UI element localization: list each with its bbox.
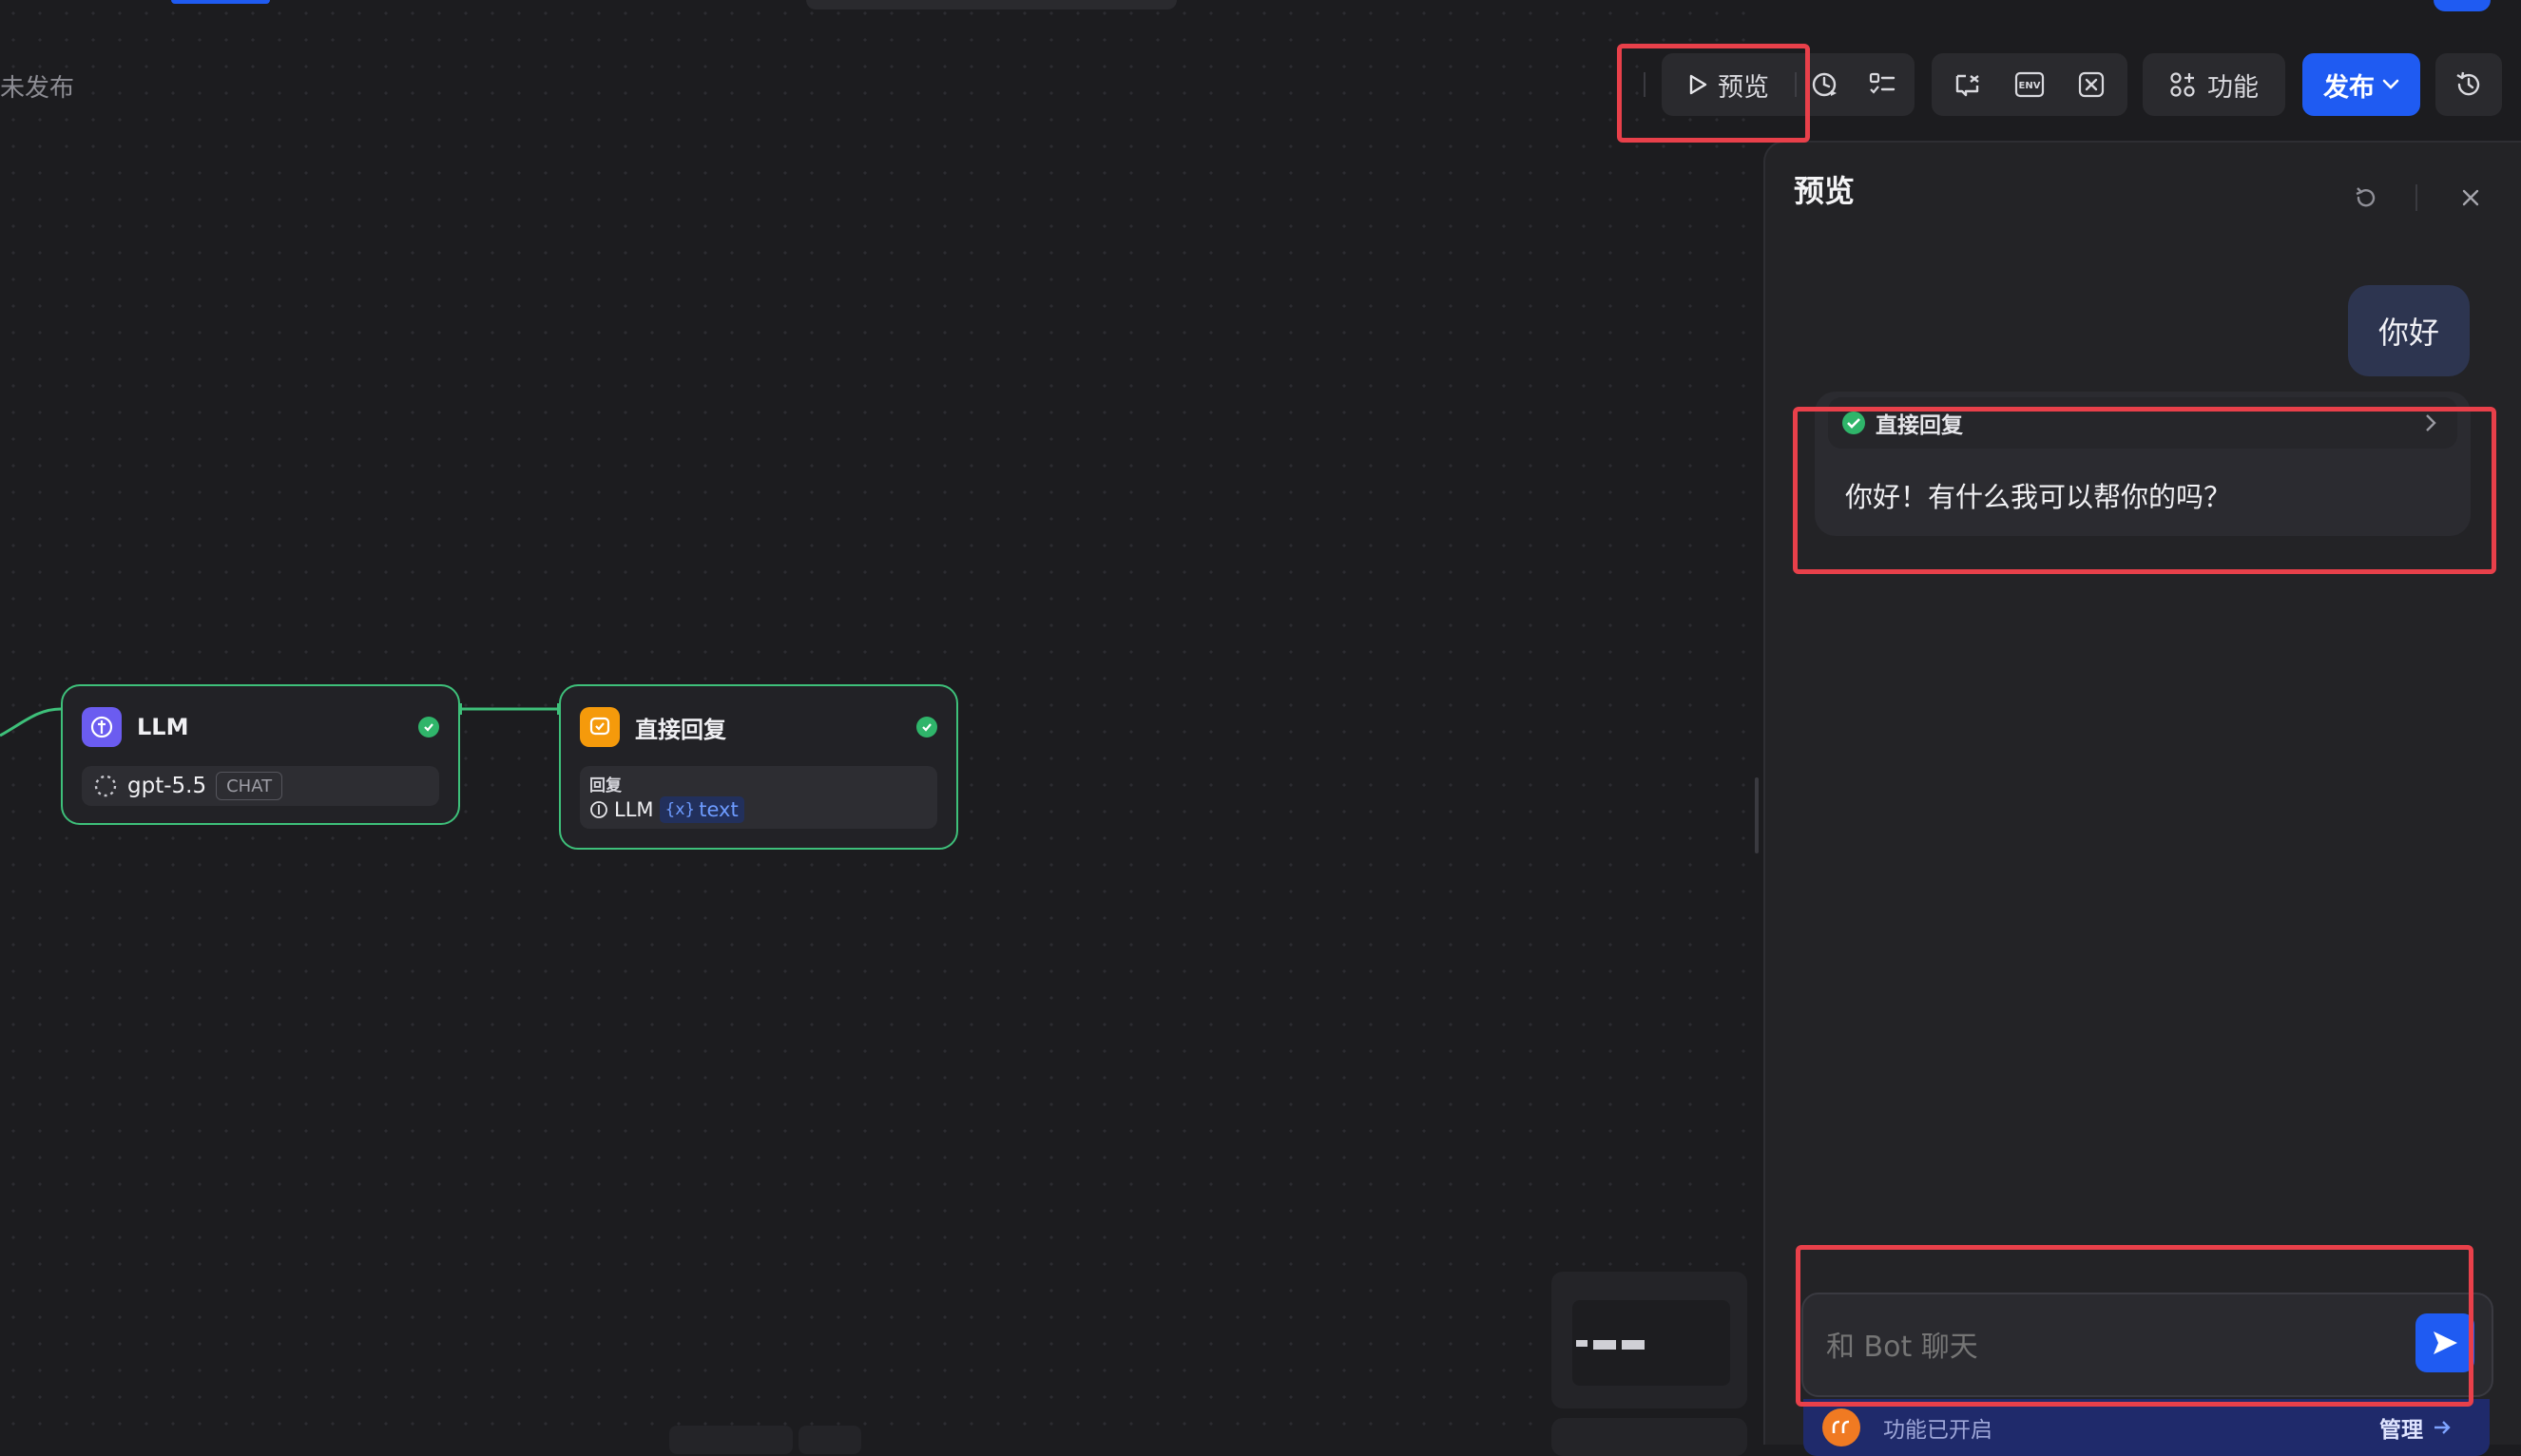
quote-icon — [1832, 1420, 1850, 1433]
run-history-button[interactable] — [1797, 53, 1854, 116]
bottom-tab-stub-1[interactable] — [669, 1426, 793, 1454]
manage-link-label: 管理 — [2379, 1418, 2423, 1443]
version-history-button[interactable] — [2435, 53, 2502, 116]
restart-button[interactable] — [2345, 177, 2387, 219]
clock-play-icon — [1812, 72, 1837, 97]
bot-message-card: 直接回复 你好！有什么我可以帮你的吗？ — [1815, 392, 2471, 536]
publish-button-label: 发布 — [2323, 72, 2375, 103]
chevron-right-icon — [2426, 414, 2436, 431]
arrow-right-icon — [2434, 1421, 2451, 1434]
reply-node-success-icon — [916, 717, 937, 738]
llm-node-success-icon — [418, 717, 439, 738]
llm-model-row[interactable]: gpt-5.5 CHAT — [82, 766, 439, 806]
toolbar-tools-group: ENV — [1932, 53, 2127, 116]
llm-node[interactable]: LLM gpt-5.5 CHAT — [61, 684, 460, 825]
preview-button-label: 预览 — [1718, 72, 1769, 103]
preview-panel: 预览 你好 直接回复 你好！有什么我可以帮你的吗？ 功能已开启 管理 — [1763, 141, 2521, 1456]
checklist-button[interactable] — [1854, 53, 1911, 116]
features-grid-icon — [2170, 72, 2195, 97]
top-avatar-stub[interactable] — [2434, 0, 2491, 11]
edge-start-llm — [0, 707, 62, 738]
minimap-node-3 — [1622, 1340, 1645, 1350]
brain-small-icon — [590, 801, 607, 818]
env-icon: ENV — [2014, 71, 2045, 98]
reply-field[interactable]: 回复 LLM {x} text — [580, 766, 937, 829]
preview-panel-title: 预览 — [1794, 173, 1856, 209]
close-button[interactable] — [2450, 177, 2492, 219]
panel-resize-handle[interactable] — [1755, 777, 1759, 853]
bottom-tab-stub-2[interactable] — [799, 1426, 861, 1454]
variable-icon — [2078, 71, 2104, 98]
zoom-control-stub[interactable] — [1551, 1418, 1747, 1456]
reply-node-title: 直接回复 — [635, 716, 726, 743]
play-icon — [1689, 74, 1707, 95]
variable-brace-icon: {x} — [664, 800, 696, 819]
env-variables-button[interactable]: ENV — [2002, 53, 2057, 116]
close-icon — [2462, 189, 2479, 206]
chat-composer — [1801, 1293, 2493, 1397]
minimap-node-2 — [1593, 1340, 1616, 1350]
llm-node-icon — [82, 707, 122, 747]
conversation-variables-button[interactable] — [2064, 53, 2119, 116]
publish-button[interactable]: 发布 — [2302, 53, 2420, 116]
feature-status-text: 功能已开启 — [1883, 1418, 1992, 1443]
llm-mode-chip: CHAT — [216, 772, 283, 800]
features-button-label: 功能 — [2207, 72, 2259, 103]
workflow-step-toggle[interactable]: 直接回复 — [1828, 397, 2457, 449]
reply-icon — [589, 717, 610, 736]
features-button[interactable]: 功能 — [2143, 53, 2285, 116]
chevron-down-icon — [2382, 79, 2399, 89]
reply-var-name: text — [699, 798, 739, 821]
send-icon — [2434, 1331, 2457, 1354]
checklist-icon — [1869, 72, 1896, 94]
minimap-node-1 — [1576, 1340, 1588, 1347]
toolbar-divider — [1644, 72, 1645, 97]
annotate-button[interactable] — [1940, 53, 1995, 116]
manage-features-link[interactable]: 管理 — [2379, 1411, 2452, 1444]
user-message-bubble: 你好 — [2347, 285, 2470, 376]
preview-button[interactable]: 预览 — [1662, 53, 1795, 116]
reply-field-label: 回复 — [589, 776, 622, 795]
top-tab-indicator — [171, 0, 270, 4]
panel-header-divider — [2415, 184, 2417, 211]
reply-var-chip: {x} text — [659, 796, 744, 823]
llm-node-title: LLM — [137, 714, 189, 740]
user-message-text: 你好 — [2377, 315, 2439, 351]
toolbar-run-group: 预览 — [1662, 53, 1915, 116]
check-circle-icon — [1842, 412, 1865, 434]
reply-var-ref: LLM {x} text — [589, 796, 744, 823]
direct-reply-node[interactable]: 直接回复 回复 LLM {x} text — [559, 684, 958, 850]
minimap[interactable] — [1551, 1272, 1747, 1408]
reply-node-icon — [580, 707, 620, 747]
bot-reply-text: 你好！有什么我可以帮你的吗？ — [1845, 481, 2232, 513]
feature-status-bar: 功能已开启 管理 — [1803, 1399, 2490, 1456]
workflow-step-label: 直接回复 — [1876, 413, 1963, 438]
top-search-stub[interactable] — [806, 0, 1177, 10]
svg-text:ENV: ENV — [2019, 81, 2041, 91]
llm-model-name: gpt-5.5 — [127, 774, 207, 798]
send-button[interactable] — [2415, 1313, 2474, 1372]
refresh-icon — [2356, 187, 2376, 207]
brain-icon — [90, 716, 113, 738]
history-icon — [2456, 71, 2480, 96]
comment-edit-icon — [1956, 74, 1980, 97]
chat-input[interactable] — [1824, 1323, 2360, 1370]
reply-var-source: LLM — [614, 798, 654, 821]
model-spinner-icon — [94, 775, 117, 797]
publish-status: 未发布 — [0, 74, 75, 103]
feature-badge-icon — [1822, 1408, 1860, 1446]
